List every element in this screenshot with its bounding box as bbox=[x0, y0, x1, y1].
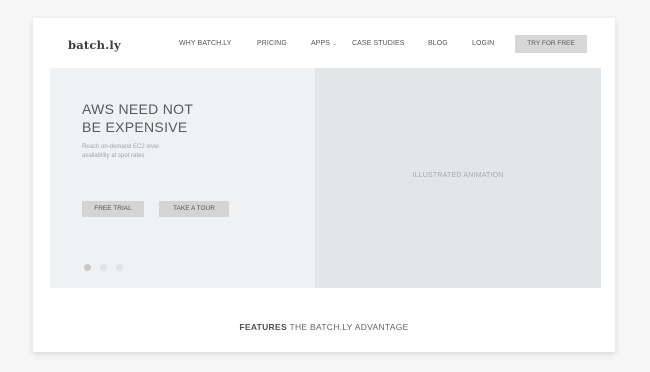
free-trial-button[interactable]: FREE TRIAL bbox=[82, 201, 144, 217]
take-a-tour-button[interactable]: TAKE A TOUR bbox=[159, 201, 229, 217]
hero-panel: AWS NEED NOT BE EXPENSIVE Reach on-deman… bbox=[50, 68, 315, 288]
carousel-dot-3[interactable] bbox=[116, 264, 123, 271]
nav-apps[interactable]: APPS ⌄ bbox=[311, 40, 337, 47]
features-heading-bold: FEATURES bbox=[239, 322, 287, 332]
nav-apps-label: APPS bbox=[311, 40, 331, 47]
hero-headline: AWS NEED NOT BE EXPENSIVE bbox=[82, 100, 282, 136]
nav-why-batchly[interactable]: WHY BATCH.LY bbox=[179, 40, 232, 47]
animation-placeholder-label: ILLUSTRATED ANIMATION bbox=[412, 172, 504, 179]
features-heading-rest: THE BATCH.LY ADVANTAGE bbox=[286, 322, 409, 332]
hero-subtext: Reach on-demand EC2 level availability a… bbox=[82, 143, 202, 161]
page-frame: batch.ly WHY BATCH.LY PRICING APPS ⌄ CASE… bbox=[33, 18, 615, 352]
carousel-dot-1[interactable] bbox=[84, 264, 91, 271]
nav-pricing[interactable]: PRICING bbox=[257, 40, 287, 47]
nav-case-studies[interactable]: CASE STUDIES bbox=[352, 40, 405, 47]
features-heading: FEATURES THE BATCH.LY ADVANTAGE bbox=[33, 322, 615, 332]
chevron-down-icon: ⌄ bbox=[332, 41, 338, 47]
hero-subtext-line1: Reach on-demand EC2 level bbox=[82, 144, 159, 150]
hero-subtext-line2: availability at spot rates bbox=[82, 153, 145, 159]
hero-headline-line1: AWS NEED NOT bbox=[82, 101, 194, 117]
nav-login[interactable]: LOGIN bbox=[472, 40, 494, 47]
animation-placeholder: ILLUSTRATED ANIMATION bbox=[315, 68, 601, 288]
logo[interactable]: batch.ly bbox=[68, 38, 121, 52]
carousel-dot-2[interactable] bbox=[100, 264, 107, 271]
hero-headline-line2: BE EXPENSIVE bbox=[82, 119, 188, 135]
nav-blog[interactable]: BLOG bbox=[428, 40, 448, 47]
try-for-free-button[interactable]: TRY FOR FREE bbox=[515, 35, 587, 53]
